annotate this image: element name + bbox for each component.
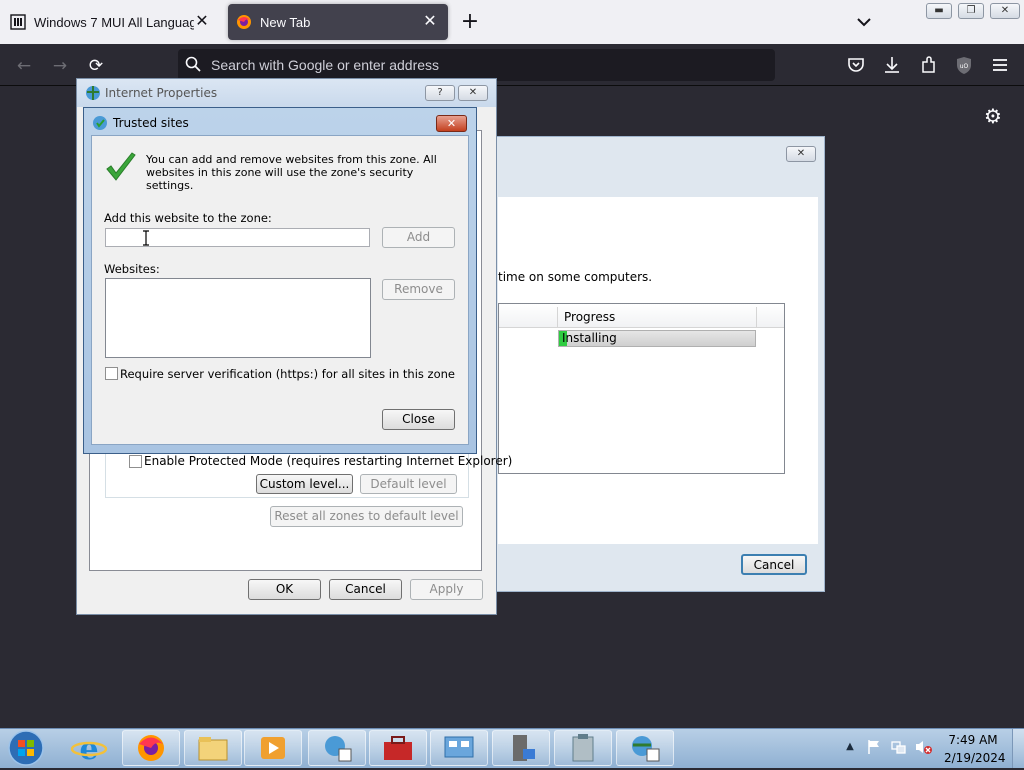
taskbar-internet-options[interactable] [616, 730, 674, 766]
require-https-label: Require server verification (https:) for… [120, 367, 455, 381]
default-level-button[interactable]: Default level [360, 474, 457, 494]
reload-icon[interactable]: ⟳ [82, 52, 110, 80]
websites-label: Websites: [104, 262, 160, 276]
downloads-icon[interactable] [882, 55, 902, 75]
taskbar-clipboard[interactable] [554, 730, 612, 766]
close-window-button[interactable]: ✕ [990, 3, 1020, 19]
file-explorer-icon [198, 737, 228, 761]
progress-column-header[interactable]: Progress [564, 310, 615, 324]
volume-muted-icon[interactable] [914, 739, 932, 755]
library-icon [10, 14, 26, 30]
internet-properties-title: Internet Properties [105, 86, 218, 100]
reset-all-zones-button[interactable]: Reset all zones to default level [270, 506, 463, 527]
require-https-checkbox[interactable] [105, 367, 118, 380]
ublock-shield-icon[interactable]: uO [954, 55, 974, 75]
firefox-icon [236, 14, 252, 30]
forward-arrow-icon[interactable]: → [46, 52, 74, 80]
tab-title: Windows 7 MUI All Language P [34, 14, 194, 30]
tab-title: New Tab [260, 14, 311, 30]
show-desktop-button[interactable] [1012, 729, 1024, 768]
apply-button[interactable]: Apply [410, 579, 483, 600]
installer-list-header [499, 304, 784, 328]
taskbar-toolbox[interactable] [369, 730, 427, 766]
back-arrow-icon[interactable]: ← [10, 52, 38, 80]
close-button[interactable]: Close [382, 409, 455, 430]
installer-message: time on some computers. [498, 270, 653, 284]
tab-windows7-mui[interactable]: Windows 7 MUI All Language P ✕ [4, 4, 220, 40]
internet-options-icon [632, 736, 660, 762]
clipboard-icon [572, 734, 594, 762]
taskbar-file-explorer[interactable] [184, 730, 242, 766]
svg-text:e: e [79, 732, 98, 765]
server-icon [513, 735, 535, 761]
new-tab-button[interactable]: + [458, 8, 482, 36]
taskbar-server-manager[interactable] [492, 730, 550, 766]
media-player-icon [261, 737, 285, 759]
start-button[interactable] [6, 729, 46, 767]
trusted-sites-icon [92, 115, 108, 131]
restore-button[interactable]: ❐ [958, 3, 984, 19]
installer-list [498, 303, 785, 474]
extensions-icon[interactable] [919, 55, 939, 75]
remove-button[interactable]: Remove [382, 279, 455, 300]
network-tray-icon[interactable] [890, 739, 906, 755]
trusted-sites-title: Trusted sites [113, 116, 189, 130]
settings-gear-icon[interactable]: ⚙ [982, 105, 1004, 127]
add-website-label: Add this website to the zone: [104, 211, 272, 225]
taskbar-control-panel[interactable] [430, 730, 488, 766]
tab-new-tab[interactable]: New Tab ✕ [228, 4, 448, 40]
trusted-sites-close-button[interactable]: ✕ [436, 115, 467, 132]
pocket-icon[interactable] [846, 55, 866, 75]
ok-button[interactable]: OK [248, 579, 321, 600]
taskbar-media-player[interactable] [244, 730, 302, 766]
cancel-button[interactable]: Cancel [329, 579, 402, 600]
websites-list[interactable] [105, 278, 371, 358]
add-button[interactable]: Add [382, 227, 455, 248]
installer-cancel-button[interactable]: Cancel [741, 554, 807, 575]
toolbox-icon [384, 736, 412, 760]
progress-status: Installing [562, 331, 617, 345]
minimize-button[interactable]: ▬ [926, 3, 952, 19]
svg-text:uO: uO [960, 63, 969, 70]
tab-list-chevron-icon[interactable] [852, 10, 876, 34]
clock-date[interactable]: 2/19/2024 [944, 751, 1006, 765]
firefox-icon [138, 735, 164, 761]
control-panel-icon [444, 736, 474, 758]
checkmark-icon [104, 151, 138, 185]
close-tab-icon[interactable]: ✕ [420, 12, 440, 32]
address-placeholder: Search with Google or enter address [211, 57, 440, 73]
header-divider [756, 307, 757, 327]
network-icon [325, 736, 352, 762]
search-icon [185, 56, 201, 72]
show-hidden-icons-icon[interactable]: ▲ [844, 741, 856, 753]
help-button[interactable]: ? [425, 85, 455, 101]
text-cursor-icon [142, 230, 150, 246]
taskbar-firefox[interactable] [122, 730, 180, 766]
header-divider [557, 307, 558, 327]
protected-mode-label: Enable Protected Mode (requires restarti… [144, 454, 513, 468]
action-center-flag-icon[interactable] [866, 739, 882, 755]
taskbar-network[interactable] [308, 730, 366, 766]
custom-level-button[interactable]: Custom level... [256, 474, 353, 494]
clock-time[interactable]: 7:49 AM [944, 733, 1002, 747]
internet-options-icon [85, 85, 101, 101]
installer-close-button[interactable]: ✕ [786, 146, 816, 162]
protected-mode-checkbox[interactable] [129, 455, 142, 468]
menu-hamburger-icon[interactable] [990, 55, 1010, 75]
close-tab-icon[interactable]: ✕ [192, 12, 212, 32]
internet-properties-close-button[interactable]: ✕ [458, 85, 488, 101]
zone-info-text: You can add and remove websites from thi… [146, 153, 437, 192]
internet-explorer-icon[interactable]: e [70, 731, 108, 767]
